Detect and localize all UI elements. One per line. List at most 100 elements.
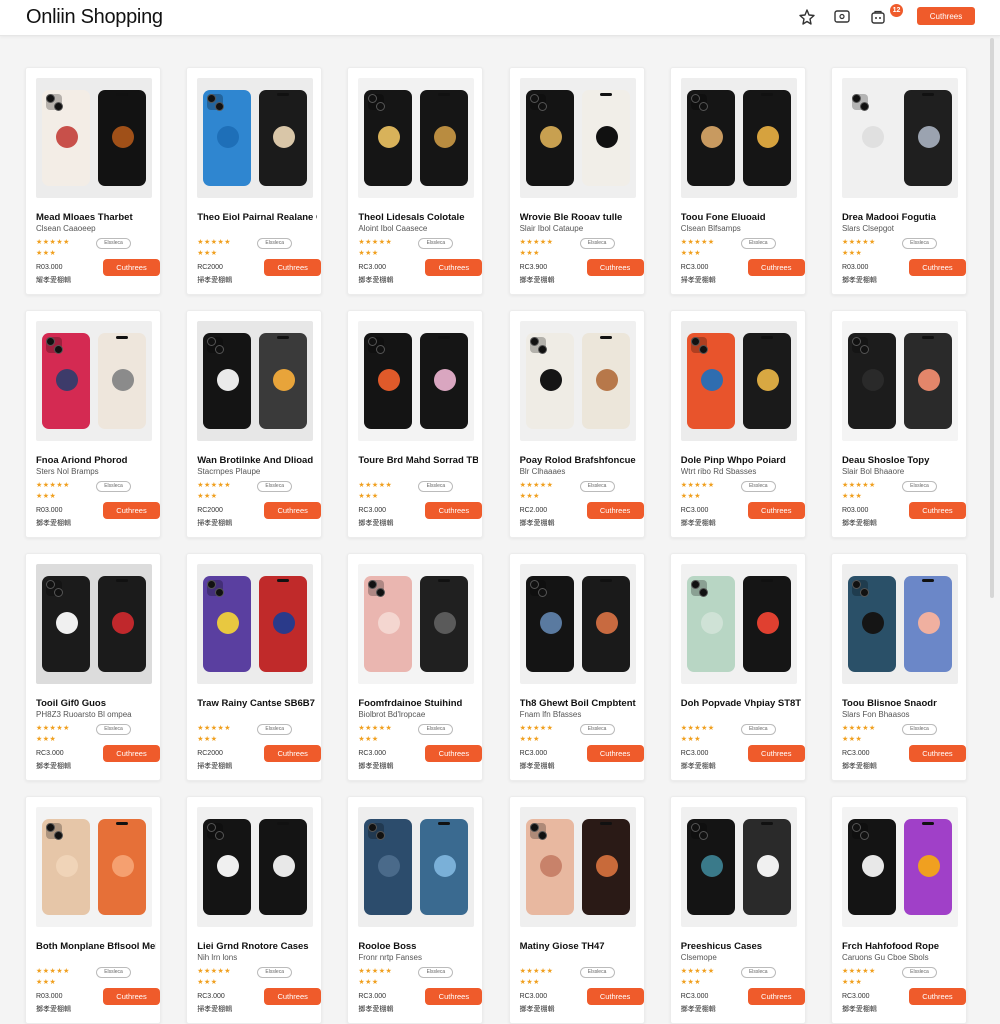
product-name[interactable]: Foomfrdainoe Stuihind: [358, 698, 478, 709]
product-card[interactable]: Fnoa Ariond Phorod Sters Nol Bramps ★★★★…: [25, 310, 161, 538]
product-image[interactable]: [36, 321, 152, 441]
product-card[interactable]: Th8 Ghewt Boil Cmpbtent Fnam lfn Bfasses…: [508, 553, 645, 781]
product-name[interactable]: Toou Blisnoe Snaodr: [842, 698, 962, 709]
product-image[interactable]: [841, 807, 958, 927]
product-image[interactable]: [680, 807, 797, 927]
header-action-button[interactable]: Cuthrees: [917, 7, 975, 25]
message-icon[interactable]: [832, 7, 852, 27]
product-image[interactable]: [519, 321, 636, 441]
add-to-cart-button[interactable]: Cuthrees: [586, 988, 644, 1005]
variant-chip[interactable]: Elssleca: [257, 238, 293, 249]
variant-chip[interactable]: Elssleca: [579, 238, 615, 249]
product-name[interactable]: Traw Rainy Cantse SB6B7: [197, 698, 317, 709]
variant-chip[interactable]: Elssleca: [740, 967, 776, 978]
product-name[interactable]: Theo Eiol Pairnal Realane Games: [197, 212, 317, 223]
add-to-cart-button[interactable]: Cuthrees: [264, 988, 322, 1005]
product-image[interactable]: [680, 78, 797, 198]
scrollbar-thumb[interactable]: [990, 38, 994, 598]
add-to-cart-button[interactable]: Cuthrees: [264, 259, 322, 276]
variant-chip[interactable]: Elssleca: [740, 481, 776, 492]
add-to-cart-button[interactable]: Cuthrees: [264, 502, 322, 519]
add-to-cart-button[interactable]: Cuthrees: [747, 259, 805, 276]
add-to-cart-button[interactable]: Cuthrees: [425, 745, 483, 762]
add-to-cart-button[interactable]: Cuthrees: [586, 745, 644, 762]
product-image[interactable]: [197, 564, 314, 684]
add-to-cart-button[interactable]: Cuthrees: [908, 502, 966, 519]
variant-chip[interactable]: Elssleca: [418, 238, 454, 249]
product-card[interactable]: Doh Popvade Vhpiay ST8T7 ★★★★★ ★★★ Elssl…: [669, 553, 806, 781]
product-name[interactable]: Tooil Gif0 Guos: [36, 698, 156, 709]
add-to-cart-button[interactable]: Cuthrees: [425, 988, 483, 1005]
add-to-cart-button[interactable]: Cuthrees: [908, 988, 966, 1005]
variant-chip[interactable]: Elssleca: [418, 481, 454, 492]
add-to-cart-button[interactable]: Cuthrees: [747, 745, 805, 762]
product-image[interactable]: [841, 564, 958, 684]
product-name[interactable]: Mead Mloaes Tharbet: [36, 212, 156, 223]
variant-chip[interactable]: Elssleca: [96, 724, 131, 735]
product-card[interactable]: Tooil Gif0 Guos PH8Z3 Ruoarsto Bl ompea …: [25, 553, 161, 781]
product-image[interactable]: [358, 321, 475, 441]
variant-chip[interactable]: Elssleca: [257, 481, 293, 492]
product-image[interactable]: [841, 78, 958, 198]
product-name[interactable]: Preeshicus Cases: [681, 941, 801, 952]
product-image[interactable]: [358, 807, 475, 927]
product-image[interactable]: [519, 78, 636, 198]
product-image[interactable]: [197, 321, 314, 441]
product-name[interactable]: Doh Popvade Vhpiay ST8T7: [681, 698, 801, 709]
product-name[interactable]: Matiny Giose TH47: [520, 941, 640, 952]
product-name[interactable]: Theol Lidesals Colotale: [358, 212, 478, 223]
product-image[interactable]: [358, 78, 475, 198]
add-to-cart-button[interactable]: Cuthrees: [103, 988, 160, 1005]
product-card[interactable]: Traw Rainy Cantse SB6B7 ★★★★★ ★★★ Elssle…: [186, 553, 323, 781]
product-name[interactable]: Rooloe Boss: [358, 941, 478, 952]
product-name[interactable]: Toou Fone Eluoaid: [681, 212, 801, 223]
add-to-cart-button[interactable]: Cuthrees: [908, 745, 966, 762]
product-card[interactable]: Liei Grnd Rnotore Cases Nih lrn lons ★★★…: [186, 796, 323, 1024]
product-image[interactable]: [519, 564, 636, 684]
product-card[interactable]: Matiny Giose TH47 ★★★★★ ★★★ Elssleca Cut…: [508, 796, 645, 1024]
variant-chip[interactable]: Elssleca: [901, 481, 937, 492]
product-name[interactable]: Wrovie Ble Rooav tulle: [520, 212, 640, 223]
product-card[interactable]: Toou Fone Eluoaid Clsean Blfsamps ★★★★★ …: [669, 67, 806, 295]
product-image[interactable]: [197, 807, 314, 927]
product-card[interactable]: Toure Brd Mahd Sorrad TBNGE ★★★★★ ★★★ El…: [347, 310, 484, 538]
variant-chip[interactable]: Elssleca: [96, 481, 131, 492]
variant-chip[interactable]: Elssleca: [418, 724, 454, 735]
cart-icon[interactable]: [868, 7, 888, 27]
variant-chip[interactable]: Elssleca: [579, 967, 615, 978]
add-to-cart-button[interactable]: Cuthrees: [425, 502, 483, 519]
product-card[interactable]: Deau Shosloe Topy Slair Bol Bhaaore ★★★★…: [830, 310, 967, 538]
variant-chip[interactable]: Elssleca: [901, 238, 937, 249]
product-name[interactable]: Toure Brd Mahd Sorrad TBNGE: [358, 455, 478, 466]
wishlist-icon[interactable]: [797, 7, 817, 27]
add-to-cart-button[interactable]: Cuthrees: [586, 259, 644, 276]
variant-chip[interactable]: Elssleca: [418, 967, 454, 978]
product-name[interactable]: Wan Brotilnke And Dlioad: [197, 455, 317, 466]
product-card[interactable]: Rooloe Boss Fronr nrtp Fanses ★★★★★ ★★★ …: [347, 796, 484, 1024]
variant-chip[interactable]: Elssleca: [96, 238, 131, 249]
product-card[interactable]: Both Monplane Bflsool Mekld Gfl4B7 ★★★★★…: [25, 796, 161, 1024]
product-card[interactable]: Mead Mloaes Tharbet Clsean Caaoeep ★★★★★…: [25, 67, 161, 295]
add-to-cart-button[interactable]: Cuthrees: [264, 745, 322, 762]
product-card[interactable]: Toou Blisnoe Snaodr Slars Fon Bhaasos ★★…: [830, 553, 967, 781]
product-card[interactable]: Theol Lidesals Colotale Aloint Ibol Caas…: [347, 67, 484, 295]
add-to-cart-button[interactable]: Cuthrees: [747, 988, 805, 1005]
product-name[interactable]: Deau Shosloe Topy: [842, 455, 962, 466]
product-image[interactable]: [358, 564, 475, 684]
variant-chip[interactable]: Elssleca: [901, 967, 937, 978]
product-card[interactable]: Wan Brotilnke And Dlioad Stacrnpes Plaup…: [186, 310, 323, 538]
product-card[interactable]: Wrovie Ble Rooav tulle Slair Ibol Cataup…: [508, 67, 645, 295]
product-card[interactable]: Frch Hahfofood Rope Caruons Gu Cboe Sbol…: [830, 796, 967, 1024]
add-to-cart-button[interactable]: Cuthrees: [586, 502, 644, 519]
product-image[interactable]: [36, 78, 152, 198]
product-name[interactable]: Drea Madooi Fogutia: [842, 212, 962, 223]
product-card[interactable]: Theo Eiol Pairnal Realane Games ★★★★★ ★★…: [186, 67, 323, 295]
product-name[interactable]: Liei Grnd Rnotore Cases: [197, 941, 317, 952]
variant-chip[interactable]: Elssleca: [740, 238, 776, 249]
product-name[interactable]: Frch Hahfofood Rope: [842, 941, 962, 952]
product-image[interactable]: [519, 807, 636, 927]
product-image[interactable]: [680, 321, 797, 441]
variant-chip[interactable]: Elssleca: [579, 481, 615, 492]
product-name[interactable]: Poay Rolod Brafshfoncue: [520, 455, 640, 466]
variant-chip[interactable]: Elssleca: [740, 724, 776, 735]
